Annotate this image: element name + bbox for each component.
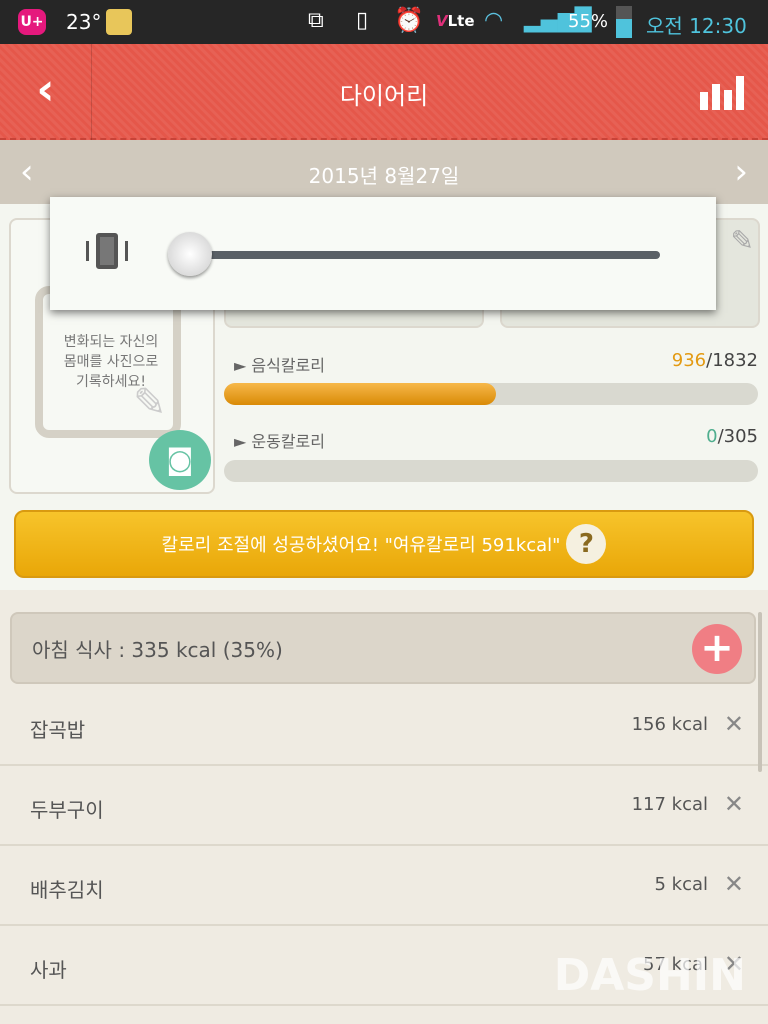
food-calorie-progress: [224, 383, 758, 405]
exercise-calorie-progress: [224, 460, 758, 482]
help-button[interactable]: ?: [566, 524, 607, 564]
watermark: DASHIN: [553, 950, 746, 1001]
next-date-button[interactable]: ›: [734, 152, 748, 192]
battery-icon: [616, 6, 632, 38]
battery-text: 55%: [568, 11, 609, 32]
delete-icon[interactable]: ✕: [724, 710, 744, 738]
photo-hint: 변화되는 자신의 몸매를 사진으로 기록하세요!: [63, 334, 159, 390]
volume-popup: [50, 197, 716, 310]
food-calorie-fill: [224, 383, 497, 405]
volte-icon: VLte: [436, 12, 475, 30]
status-bar: U+ 23° ⧉ ▯ ⏰ VLte ◠ ▂▄▆█ 55% 오전 12:30: [0, 0, 768, 44]
clock: 오전 12:30: [646, 14, 747, 38]
volume-slider-thumb[interactable]: [168, 232, 212, 276]
screen-mirror-icon: ⧉: [308, 8, 324, 33]
delete-icon[interactable]: ✕: [724, 790, 744, 818]
page-title: 다이어리: [339, 82, 429, 110]
camera-button[interactable]: ◙: [149, 430, 211, 490]
exercise-calorie-value: 0/305: [706, 426, 758, 447]
food-row[interactable]: 두부구이 117 kcal ✕: [0, 768, 768, 846]
bar-chart-icon[interactable]: [700, 66, 748, 110]
vibrate-icon: ▯: [356, 8, 369, 33]
add-food-button[interactable]: +: [692, 624, 742, 674]
food-row[interactable]: 잡곡밥 156 kcal ✕: [0, 688, 768, 766]
current-date: 2015년 8월27일: [308, 164, 460, 188]
food-calorie-value: 936/1832: [671, 350, 758, 371]
date-navigator: ‹ 2015년 8월27일 ›: [0, 140, 768, 204]
food-row[interactable]: 배추김치 5 kcal ✕: [0, 848, 768, 926]
food-calorie-label: ► 음식칼로리: [234, 356, 325, 375]
exercise-calorie-label: ► 운동칼로리: [234, 432, 325, 451]
calorie-success-banner: 칼로리 조절에 성공하셨어요! "여유칼로리 591kcal" ?: [14, 510, 754, 578]
pencil-icon: ✎: [133, 380, 167, 426]
weather-icon: [106, 9, 132, 35]
edit-icon[interactable]: ✎: [731, 224, 754, 257]
alarm-icon: ⏰: [394, 6, 424, 34]
scrollbar[interactable]: [758, 612, 762, 772]
temperature: 23°: [66, 10, 102, 34]
meal-list: 아침 식사 : 335 kcal (35%) + 잡곡밥 156 kcal ✕ 두부…: [0, 590, 768, 1024]
delete-icon[interactable]: ✕: [724, 870, 744, 898]
carrier-icon: U+: [18, 9, 46, 35]
breakfast-header: 아침 식사 : 335 kcal (35%) +: [10, 612, 756, 684]
wifi-lock-icon: ◠: [484, 8, 504, 33]
vibrate-icon[interactable]: [84, 231, 130, 271]
app-header: ‹ 다이어리: [0, 44, 768, 140]
volume-slider-track[interactable]: [190, 251, 660, 259]
